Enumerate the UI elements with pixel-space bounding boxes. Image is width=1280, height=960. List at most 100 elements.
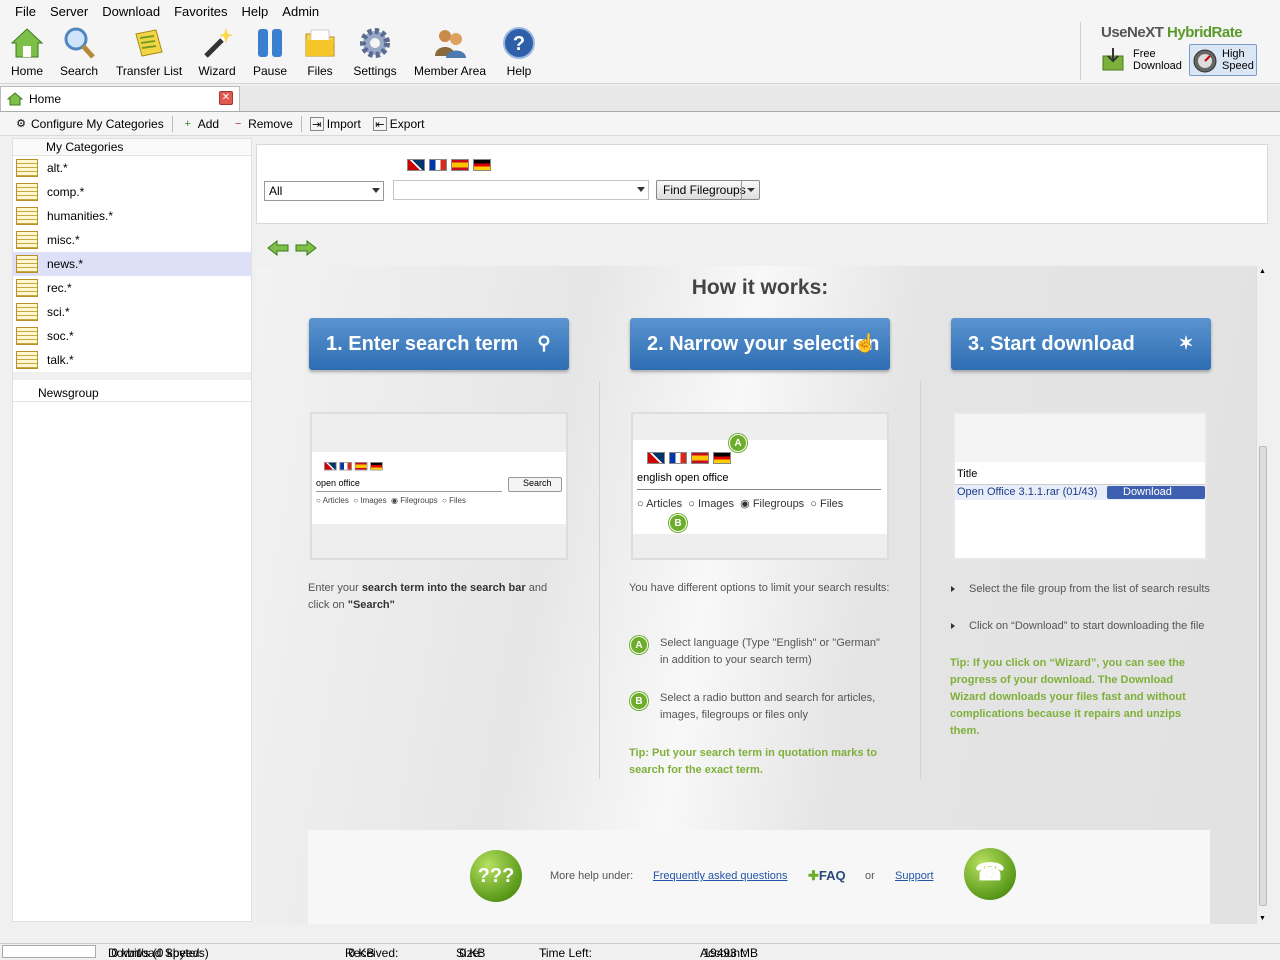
find-dropdown-toggle[interactable] — [741, 181, 759, 199]
configure-categories-button[interactable]: ⚙ Configure My Categories — [8, 117, 170, 131]
settings-button[interactable]: Settings — [352, 26, 398, 78]
add-button[interactable]: + Add — [175, 117, 225, 131]
free-download-icon — [1101, 48, 1127, 72]
close-tab-icon[interactable]: ✕ — [219, 91, 233, 105]
tab-home-label: Home — [29, 92, 62, 106]
example-query: english open office — [637, 472, 881, 490]
step-2-intro: You have different options to limit your… — [629, 582, 890, 594]
category-item-talk[interactable]: talk.* — [13, 348, 251, 372]
example-band — [312, 414, 566, 452]
how-it-works-panel: How it works: 1. Enter search term ⚲ 2. N… — [256, 266, 1264, 924]
scrollbar-thumb[interactable] — [1259, 446, 1267, 906]
free-download-button[interactable]: Free Download — [1101, 46, 1185, 76]
home-icon — [10, 26, 44, 60]
export-button[interactable]: ⇤ Export — [367, 116, 431, 131]
category-file-icon — [16, 207, 38, 225]
tab-home[interactable]: Home ✕ — [0, 86, 240, 111]
step-2-option-b: Select a radio button and search for art… — [660, 692, 876, 721]
category-item-alt[interactable]: alt.* — [13, 156, 251, 180]
category-item-soc[interactable]: soc.* — [13, 324, 251, 348]
menu-help[interactable]: Help — [235, 4, 276, 19]
download-example-image: Title Open Office 3.1.1.rar (01/43) Down… — [953, 412, 1207, 560]
category-item-news[interactable]: news.* — [13, 252, 251, 276]
step-2-option-a: Select language (Type "English" or "Germ… — [660, 637, 880, 666]
high-speed-button[interactable]: High Speed — [1189, 44, 1257, 76]
help-button[interactable]: ? Help — [502, 26, 536, 78]
transfer-list-button[interactable]: Transfer List — [116, 26, 182, 78]
home-button[interactable]: Home — [8, 26, 46, 78]
step-1-header: 1. Enter search term ⚲ — [309, 318, 569, 370]
brand-logo: UseNeXT HybridRate — [1101, 24, 1243, 41]
narrow-example-image: A english open office ○ Articles ○ Image… — [631, 412, 889, 560]
search-panel: All Find Filegroups — [256, 144, 1268, 224]
example-radios: ○ Articles ○ Images ◉ Filegroups ○ Files — [637, 498, 844, 510]
category-item-comp[interactable]: comp.* — [13, 180, 251, 204]
help-box: ??? More help under: Frequently asked qu… — [308, 830, 1210, 924]
category-item-misc[interactable]: misc.* — [13, 228, 251, 252]
sidebar-divider — [13, 372, 251, 380]
support-link[interactable]: Support — [895, 870, 934, 882]
back-arrow-icon[interactable] — [267, 239, 289, 257]
badge-a: A — [630, 636, 648, 654]
category-file-icon — [16, 159, 38, 177]
category-file-icon — [16, 183, 38, 201]
step-3-tip: Tip: If you click on “Wizard”, you can s… — [950, 657, 1186, 737]
menu-file[interactable]: File — [8, 4, 43, 19]
chevron-down-icon — [747, 188, 755, 192]
search-icon — [62, 26, 96, 60]
phone-icon: ☎ — [964, 848, 1016, 900]
content-scrollbar[interactable]: ▲ ▼ — [1256, 266, 1268, 924]
member-area-button[interactable]: Member Area — [414, 26, 486, 78]
category-item-sci[interactable]: sci.* — [13, 300, 251, 324]
help-icon: ? — [502, 26, 536, 60]
wizard-button[interactable]: Wizard — [198, 26, 236, 78]
flag-spanish-icon[interactable] — [451, 159, 469, 171]
menu-download[interactable]: Download — [95, 4, 167, 19]
received-status: Received: 0 KB — [345, 946, 399, 960]
speedometer-icon — [1193, 49, 1217, 73]
flag-german-icon[interactable] — [473, 159, 491, 171]
column-divider — [920, 381, 921, 779]
flag-french-icon[interactable] — [429, 159, 447, 171]
main-content: All Find Filegroups How it works: 1. Ent… — [256, 138, 1268, 924]
category-item-rec[interactable]: rec.* — [13, 276, 251, 300]
hand-pointer-icon: ☝ — [854, 333, 877, 353]
scroll-up-icon[interactable]: ▲ — [1259, 268, 1266, 275]
more-help-label: More help under: — [550, 870, 634, 882]
members-icon — [433, 26, 467, 60]
toolbar-separator — [300, 115, 302, 132]
import-button[interactable]: ⇥ Import — [304, 116, 367, 131]
menu-favorites[interactable]: Favorites — [167, 4, 234, 19]
time-left-status: Time Left: - — [539, 946, 592, 960]
faq-logo: ✚FAQ — [808, 868, 846, 883]
files-button[interactable]: Files — [302, 26, 338, 78]
menu-bar: File Server Download Favorites Help Admi… — [0, 0, 1280, 22]
remove-button[interactable]: − Remove — [225, 117, 299, 131]
faq-link[interactable]: Frequently asked questions — [653, 870, 788, 882]
chevron-down-icon — [637, 187, 645, 192]
example-row: Open Office 3.1.1.rar (01/43) Download — [955, 484, 1205, 500]
my-categories-header: My Categories — [13, 139, 251, 156]
scope-select[interactable]: All — [264, 181, 384, 201]
category-item-humanities[interactable]: humanities.* — [13, 204, 251, 228]
category-file-icon — [16, 279, 38, 297]
question-marks-icon: ??? — [470, 850, 522, 902]
faq-plus-icon: ✚ — [808, 868, 819, 883]
flag-english-icon[interactable] — [407, 159, 425, 171]
forward-arrow-icon[interactable] — [295, 239, 317, 257]
gear-icon — [358, 26, 392, 60]
toolbar-separator — [171, 115, 173, 132]
category-toolbar: ⚙ Configure My Categories + Add − Remove ⇥ I… — [0, 112, 1280, 136]
find-filegroups-button[interactable]: Find Filegroups — [656, 180, 760, 200]
step-2-header: 2. Narrow your selection ☝ — [630, 318, 890, 370]
scroll-down-icon[interactable]: ▼ — [1259, 915, 1266, 922]
wizard-wand-icon — [200, 26, 234, 60]
search-icon: ⚲ — [537, 333, 551, 353]
search-query-combo[interactable] — [393, 180, 649, 200]
category-file-icon — [16, 231, 38, 249]
pause-button[interactable]: Pause — [252, 26, 288, 78]
menu-server[interactable]: Server — [43, 4, 95, 19]
menu-admin[interactable]: Admin — [275, 4, 326, 19]
search-button[interactable]: Search — [60, 26, 98, 78]
step-1-description: Enter your search term into the search b… — [308, 582, 548, 611]
